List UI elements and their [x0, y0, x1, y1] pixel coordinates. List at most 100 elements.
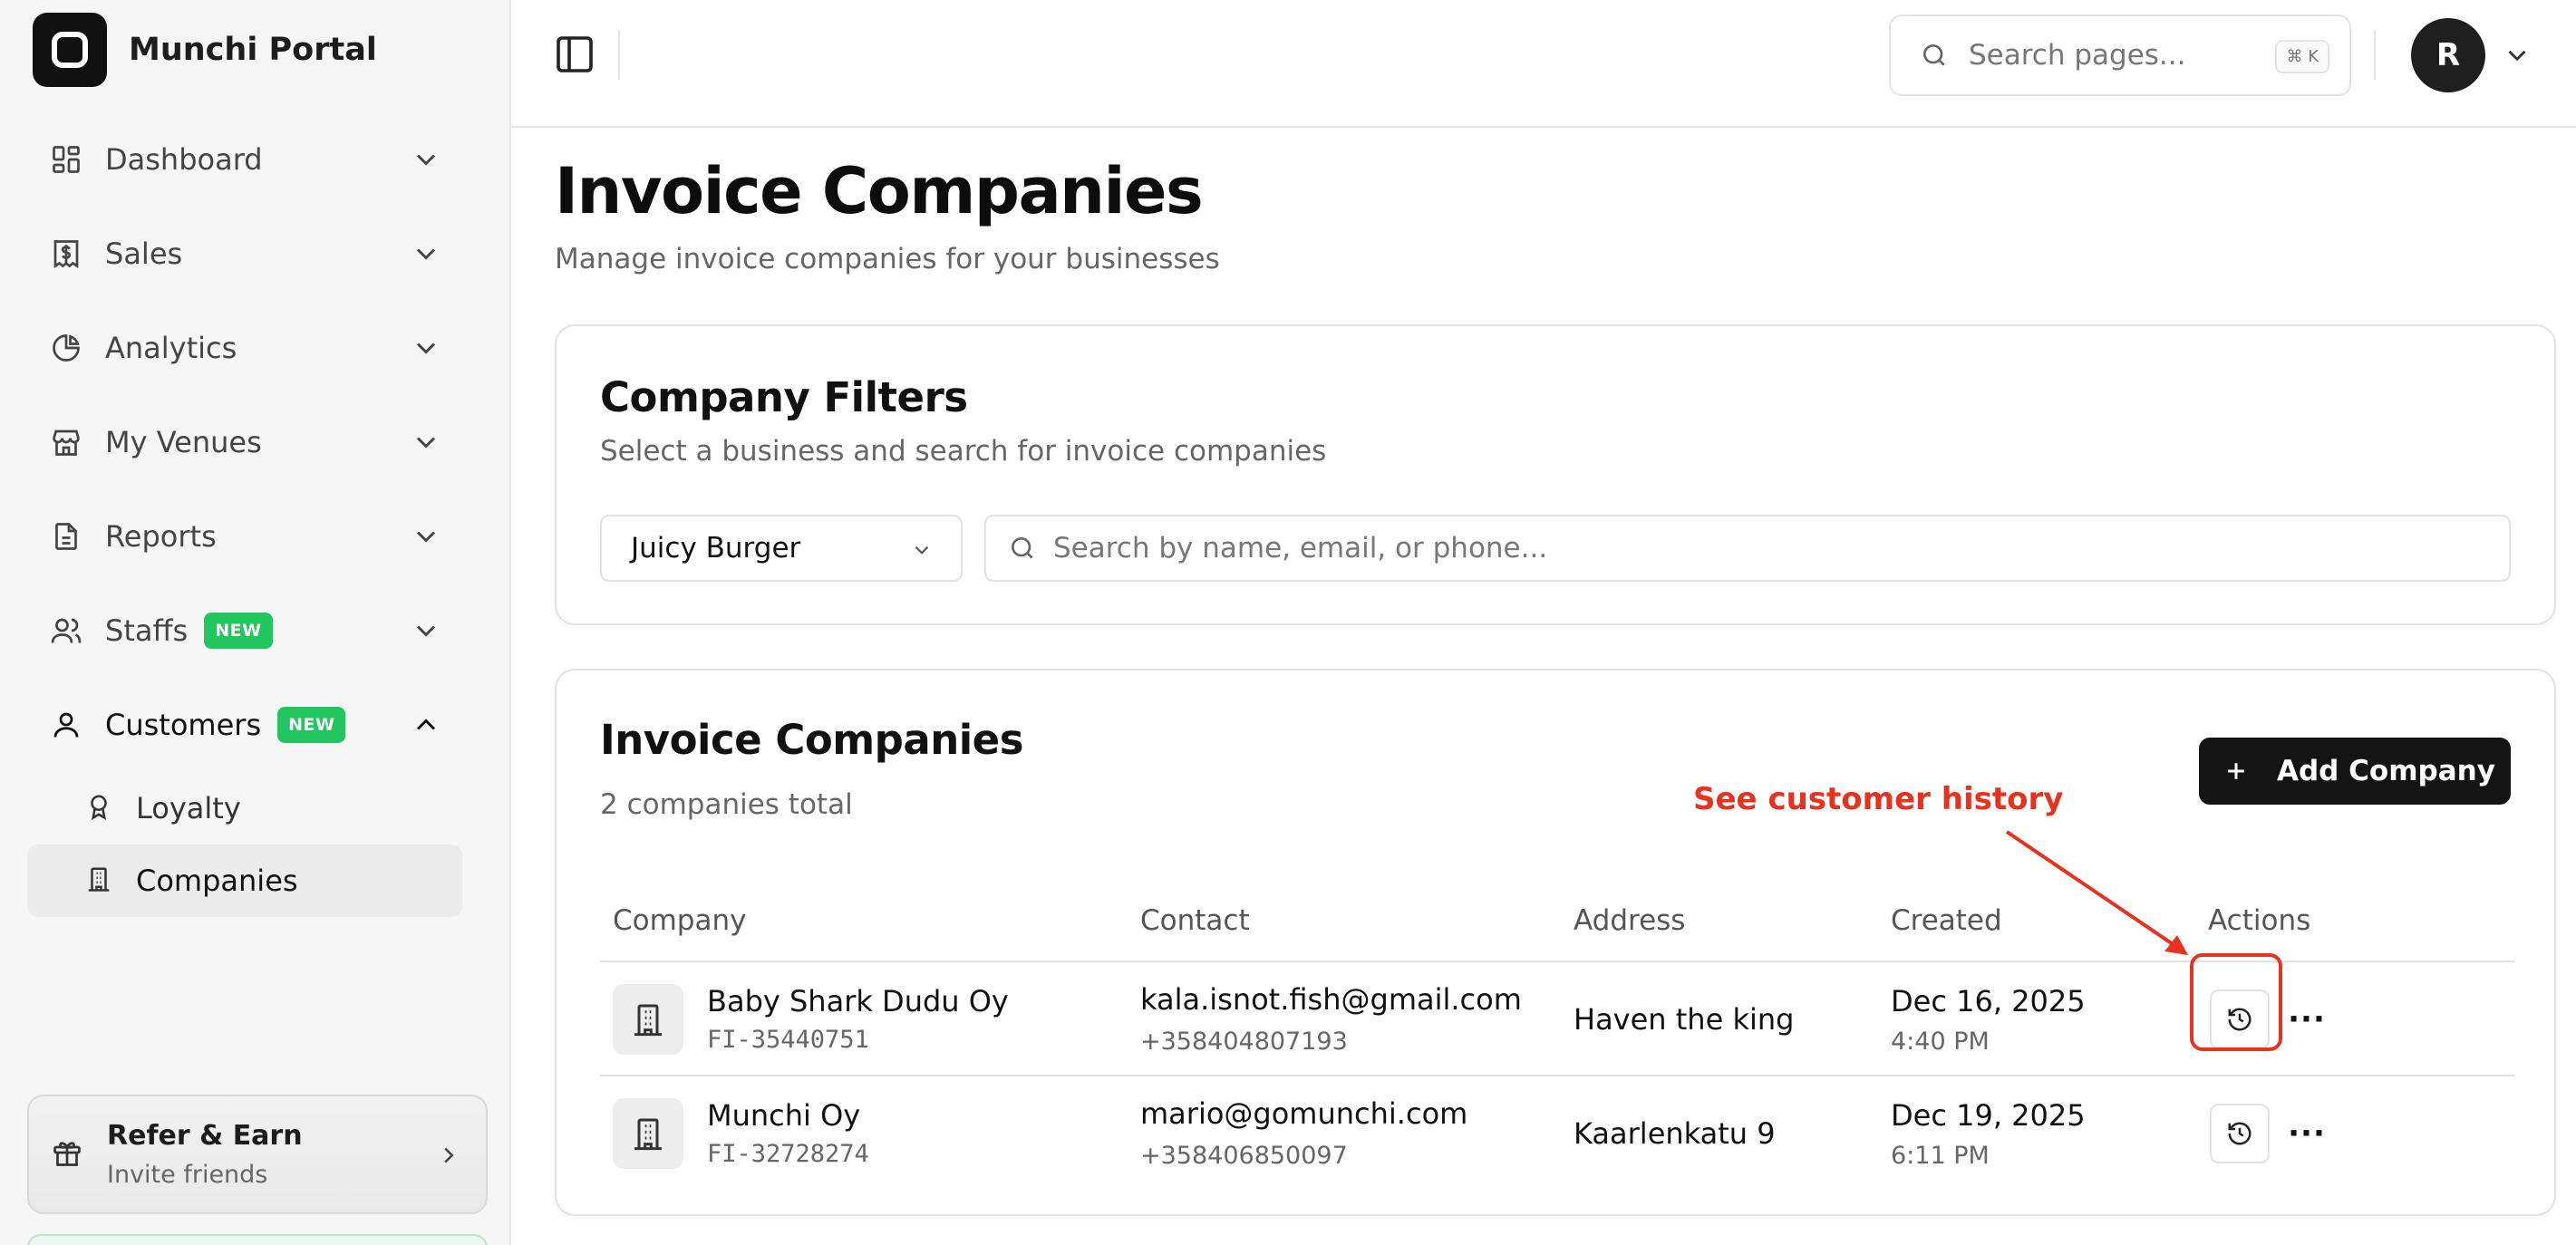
- sidebar-item-my-venues[interactable]: My Venues: [27, 395, 462, 489]
- sidebar-item-sales[interactable]: Sales: [27, 207, 462, 301]
- sidebar-subitem-loyalty[interactable]: Loyalty: [27, 772, 462, 844]
- divider: [2374, 31, 2376, 80]
- invoice-companies-card: Invoice Companies 2 companies total Add …: [555, 669, 2556, 1216]
- more-actions-button[interactable]: ···: [2284, 989, 2329, 1049]
- filters-subtitle: Select a business and search for invoice…: [600, 435, 1327, 468]
- sidebar-item-customers[interactable]: Customers NEW: [27, 678, 462, 772]
- column-header: Created: [1891, 904, 2002, 937]
- chevron-up-icon: [416, 719, 436, 730]
- sidebar-subitem-label: Companies: [136, 864, 298, 898]
- column-header: Company: [613, 904, 747, 937]
- company-search-input[interactable]: Search by name, email, or phone...: [984, 515, 2511, 582]
- chevron-down-icon[interactable]: [2502, 40, 2532, 71]
- sidebar-item-dashboard[interactable]: Dashboard: [27, 112, 462, 207]
- sidebar-item-label: Sales: [105, 236, 183, 271]
- add-company-label: Add Company: [2277, 755, 2495, 787]
- chevron-down-icon: [915, 545, 929, 555]
- search-icon: [1012, 537, 1033, 559]
- receipt-dollar-icon: [49, 236, 83, 271]
- brand[interactable]: Munchi Portal: [33, 13, 377, 87]
- building-icon: [85, 865, 112, 896]
- column-header: Contact: [1140, 904, 1250, 937]
- sidebar-item-label: Reports: [105, 519, 217, 554]
- annotation-arrow-icon: [2005, 830, 2188, 955]
- building-icon: [613, 984, 683, 1055]
- avatar[interactable]: R: [2411, 18, 2485, 92]
- chevron-right-icon: [444, 1147, 454, 1163]
- created-date: Dec 16, 2025: [1891, 984, 2086, 1018]
- page-title: Invoice Companies: [555, 154, 1204, 228]
- add-company-button[interactable]: Add Company: [2199, 738, 2511, 805]
- companies-title: Invoice Companies: [600, 716, 1024, 764]
- annotation-highlight-box: [2190, 953, 2282, 1051]
- chevron-down-icon: [416, 437, 436, 449]
- building-icon: [613, 1098, 683, 1169]
- chevron-down-icon: [416, 248, 436, 260]
- contact-phone: +358404807193: [1140, 1028, 1348, 1056]
- brand-name: Munchi Portal: [129, 32, 377, 68]
- sidebar-item-reports[interactable]: Reports: [27, 489, 462, 584]
- company-name: Baby Shark Dudu Oy: [707, 984, 1009, 1018]
- chevron-down-icon: [416, 531, 436, 543]
- keyboard-shortcut: ⌘ K: [2275, 40, 2329, 73]
- company-name: Munchi Oy: [707, 1098, 861, 1133]
- dashboard-icon: [49, 142, 83, 177]
- search-pages-input[interactable]: Search pages... ⌘ K: [1889, 14, 2351, 96]
- pie-chart-icon: [49, 331, 83, 365]
- sidebar-item-staffs[interactable]: Staffs NEW: [27, 584, 462, 678]
- more-actions-button[interactable]: ···: [2284, 1104, 2329, 1163]
- column-header: Address: [1574, 904, 1686, 937]
- history-icon: [2228, 1122, 2252, 1145]
- created-time: 4:40 PM: [1891, 1028, 1990, 1056]
- customer-history-button[interactable]: [2210, 1104, 2270, 1163]
- chevron-down-icon: [416, 154, 436, 166]
- table-header: Company Contact Address Created Actions: [600, 877, 2514, 962]
- sidebar-nav: Dashboard Sales Analytics My Venues Repo…: [27, 112, 462, 917]
- new-badge: NEW: [277, 707, 346, 743]
- sidebar-item-label: Analytics: [105, 331, 237, 365]
- page-subtitle: Manage invoice companies for your busine…: [555, 243, 1220, 275]
- munchi-logo-icon: [33, 13, 107, 87]
- new-badge: NEW: [204, 613, 273, 649]
- sidebar: Munchi Portal Dashboard Sales Analytics: [0, 0, 511, 1245]
- business-select[interactable]: Juicy Burger: [600, 515, 963, 582]
- contact-email: kala.isnot.fish@gmail.com: [1140, 982, 1522, 1017]
- refer-earn-card[interactable]: Refer & Earn Invite friends: [27, 1095, 488, 1214]
- topbar: Search pages... ⌘ K R: [511, 0, 2576, 128]
- sidebar-item-label: Dashboard: [105, 142, 263, 177]
- contact-phone: +358406850097: [1140, 1142, 1348, 1170]
- sidebar-item-label: Staffs: [105, 613, 189, 648]
- created-time: 6:11 PM: [1891, 1142, 1990, 1170]
- sidebar-subitem-label: Loyalty: [136, 791, 241, 825]
- sidebar-item-label: Customers: [105, 708, 262, 742]
- sidebar-toggle-icon[interactable]: [553, 33, 596, 76]
- contact-email: mario@gomunchi.com: [1140, 1096, 1468, 1131]
- company-address: Kaarlenkatu 9: [1574, 1116, 1776, 1151]
- company-id: FI-32728274: [707, 1140, 869, 1168]
- search-icon: [1923, 44, 1945, 66]
- plus-icon: [2228, 763, 2244, 779]
- sidebar-item-label: My Venues: [105, 425, 262, 459]
- gift-icon: [51, 1136, 83, 1173]
- table-row: Munchi Oy FI-32728274 mario@gomunchi.com…: [600, 1076, 2514, 1191]
- refer-subtitle: Invite friends: [107, 1161, 268, 1189]
- business-select-value: Juicy Burger: [631, 532, 801, 565]
- status-strip: [27, 1234, 488, 1245]
- divider: [618, 31, 620, 80]
- search-placeholder: Search by name, email, or phone...: [1053, 532, 1548, 565]
- sidebar-subitem-companies[interactable]: Companies: [27, 844, 462, 917]
- company-id: FI-35440751: [707, 1026, 869, 1054]
- annotation-label: See customer history: [1693, 781, 2064, 817]
- company-address: Haven the king: [1574, 1002, 1795, 1037]
- company-filters-card: Company Filters Select a business and se…: [555, 324, 2556, 625]
- award-icon: [85, 793, 112, 824]
- users-icon: [49, 613, 83, 648]
- sidebar-item-analytics[interactable]: Analytics: [27, 301, 462, 395]
- companies-count: 2 companies total: [600, 788, 853, 821]
- filters-title: Company Filters: [600, 373, 968, 421]
- created-date: Dec 19, 2025: [1891, 1098, 2086, 1133]
- document-icon: [49, 519, 83, 554]
- chevron-down-icon: [416, 625, 436, 637]
- store-icon: [49, 425, 83, 459]
- refer-title: Refer & Earn: [107, 1120, 303, 1152]
